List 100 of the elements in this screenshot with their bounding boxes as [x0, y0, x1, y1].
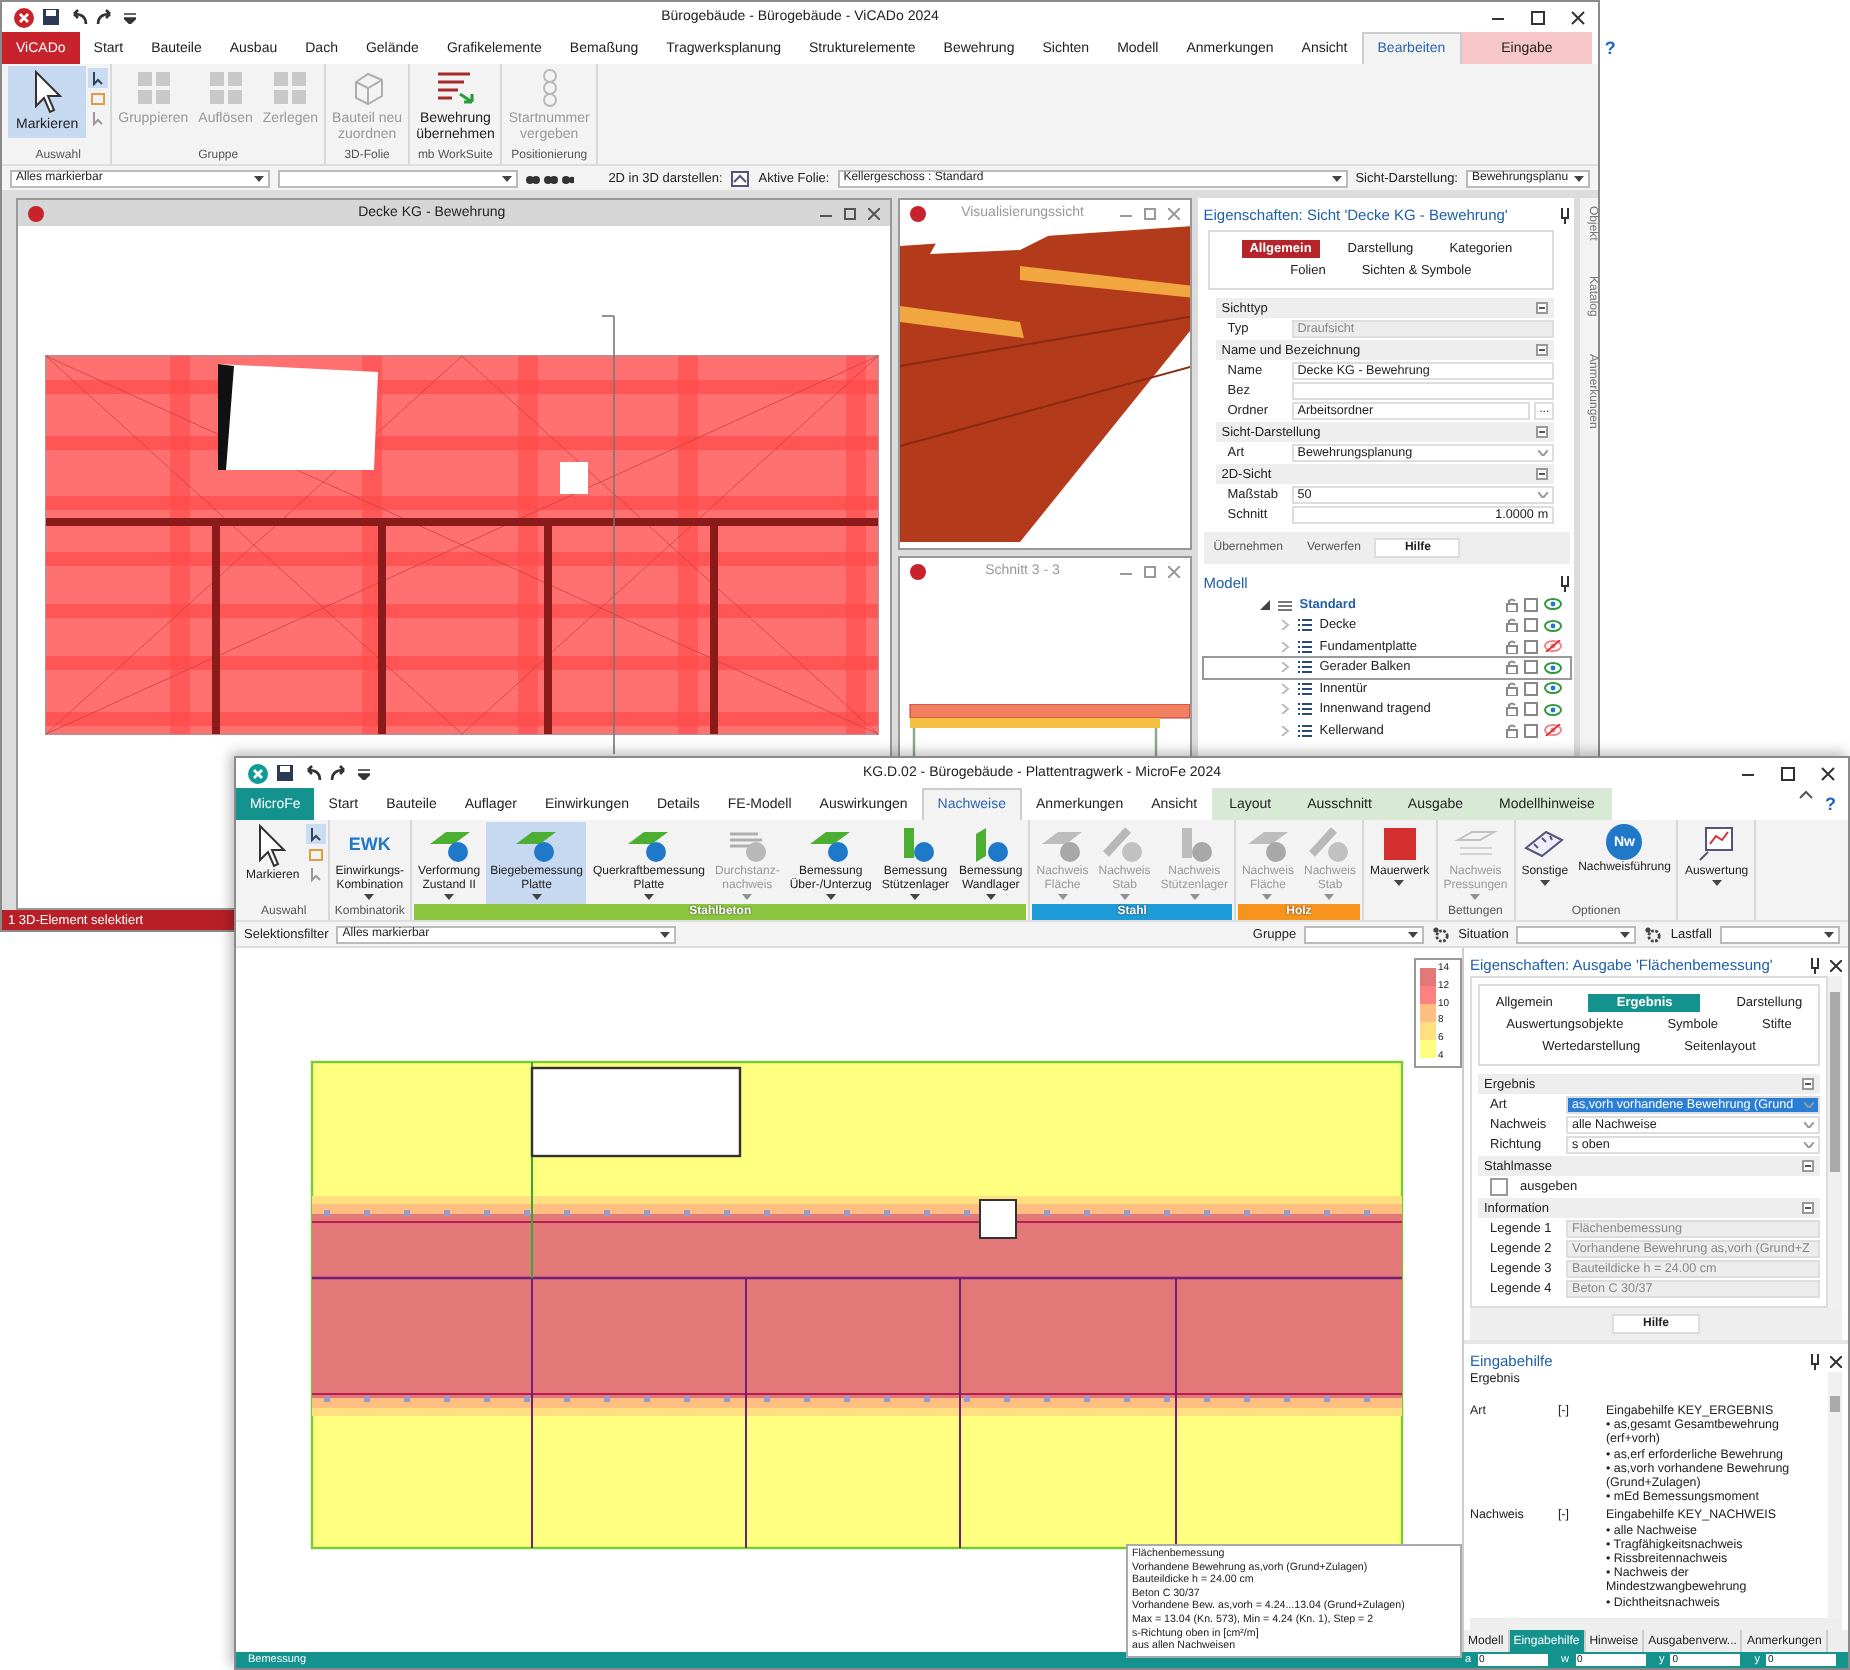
close-icon[interactable] [1570, 9, 1586, 25]
view-logo-icon [909, 563, 926, 579]
lock-icon[interactable] [1506, 618, 1519, 633]
cursor-icon [29, 70, 66, 114]
close-icon[interactable] [1820, 765, 1836, 781]
list-icon [1295, 681, 1314, 696]
app-logo-icon[interactable] [14, 7, 34, 27]
checkbox[interactable] [1524, 702, 1539, 717]
collapse-icon[interactable] [1536, 426, 1549, 438]
layers-icon [1275, 597, 1294, 612]
hidden-eye-icon[interactable] [1544, 640, 1563, 653]
dropdown-caret-icon [531, 894, 542, 900]
list-icon [1295, 618, 1314, 633]
help-button[interactable]: ? [1604, 38, 1616, 58]
close-icon[interactable] [1830, 959, 1842, 971]
list-icon [1295, 723, 1314, 738]
collapse-icon[interactable] [1802, 1202, 1814, 1214]
pin-icon[interactable] [1810, 957, 1820, 973]
eye-icon[interactable] [1544, 619, 1563, 632]
property-field[interactable] [1291, 381, 1555, 399]
dropdown-caret-icon [444, 894, 455, 900]
checkbox[interactable] [1524, 618, 1539, 633]
dropdown-caret-icon [364, 894, 375, 900]
eye-icon[interactable] [1544, 598, 1563, 611]
dropdown-caret-icon [1804, 1121, 1814, 1127]
settings-icon[interactable] [1644, 925, 1663, 943]
grouped-squares-icon [133, 68, 174, 108]
eye-icon[interactable] [1544, 661, 1563, 674]
binoculars-icon[interactable] [526, 170, 574, 186]
selection-tools-icon[interactable] [305, 824, 326, 884]
customize-caret-icon[interactable] [124, 11, 136, 23]
save-icon[interactable] [276, 764, 294, 782]
grouped-squares-icon [270, 68, 311, 108]
pin-icon[interactable] [1560, 207, 1571, 223]
checkbox[interactable] [1490, 1177, 1508, 1195]
checkbox[interactable] [1524, 639, 1539, 654]
checkbox[interactable] [1524, 723, 1539, 738]
dropdown-caret-icon [985, 894, 996, 900]
ewk-icon: EWK [348, 824, 391, 864]
undo-icon[interactable] [68, 8, 88, 26]
redo-icon[interactable] [330, 764, 350, 782]
dropdown-caret-icon [1331, 175, 1342, 181]
grouped-squares-icon [205, 68, 246, 108]
lock-icon[interactable] [1506, 723, 1519, 738]
scrollbar[interactable] [1470, 1618, 1842, 1630]
lock-icon[interactable] [1506, 681, 1519, 696]
dropdown-caret-icon [1119, 894, 1130, 900]
collapse-icon[interactable] [1536, 468, 1549, 480]
close-icon[interactable] [1830, 1355, 1842, 1367]
pin-icon[interactable] [1560, 575, 1571, 591]
collapse-icon[interactable] [1536, 344, 1549, 356]
dropdown-caret-icon [1804, 1141, 1814, 1147]
layer-toggle-icon[interactable] [730, 169, 751, 187]
masonry-block-icon [1379, 824, 1420, 864]
collapse-ribbon-icon[interactable] [1797, 788, 1813, 800]
lock-icon[interactable] [1506, 660, 1519, 675]
maximize-icon[interactable] [1530, 9, 1546, 25]
rebar-arrow-icon [433, 68, 478, 108]
hidden-eye-icon[interactable] [1544, 724, 1563, 737]
dropdown-caret-icon [910, 894, 921, 900]
checkbox[interactable] [1524, 681, 1539, 696]
lock-icon[interactable] [1506, 639, 1519, 654]
customize-caret-icon[interactable] [358, 767, 370, 779]
scrollbar[interactable] [1828, 1372, 1842, 1618]
dropdown-caret-icon [1539, 880, 1550, 886]
help-button[interactable]: ? [1825, 794, 1836, 814]
collapse-icon[interactable] [1802, 1078, 1814, 1090]
eye-icon[interactable] [1544, 703, 1563, 716]
undo-icon[interactable] [302, 764, 322, 782]
lock-icon[interactable] [1506, 597, 1519, 612]
beam-icon [1305, 824, 1354, 864]
dropdown-caret-icon [1189, 894, 1200, 900]
dropdown-caret-icon [254, 175, 264, 181]
dropdown-caret-icon [1324, 894, 1335, 900]
scrollbar[interactable] [1828, 976, 1842, 1308]
collapse-icon[interactable] [1536, 302, 1549, 314]
eye-icon[interactable] [1544, 682, 1563, 695]
dropdown-caret-icon [1824, 931, 1834, 937]
dropdown-caret-icon [1804, 1101, 1814, 1107]
dropdown-caret-icon [1057, 894, 1068, 900]
selection-tools-icon[interactable] [88, 68, 109, 128]
view-logo-icon [28, 205, 44, 221]
pin-icon[interactable] [1810, 1353, 1820, 1369]
checkbox[interactable] [1524, 597, 1539, 612]
dropdown-caret-icon [643, 894, 654, 900]
save-icon[interactable] [42, 8, 60, 26]
settings-icon[interactable] [1432, 925, 1451, 943]
collapse-icon[interactable] [1802, 1160, 1814, 1172]
list-icon [1295, 660, 1314, 675]
lock-icon[interactable] [1506, 702, 1519, 717]
checkbox[interactable] [1524, 660, 1539, 675]
dropdown-caret-icon [1620, 931, 1631, 937]
redo-icon[interactable] [96, 8, 116, 26]
maximize-icon[interactable] [1780, 765, 1796, 781]
list-icon [1295, 702, 1314, 717]
dropdown-caret-icon [742, 894, 753, 900]
dropdown-caret-icon [1394, 880, 1405, 886]
dropdown-caret-icon [1538, 449, 1549, 455]
dropdown-caret-icon [1574, 175, 1584, 181]
app-logo-icon[interactable] [248, 763, 268, 783]
